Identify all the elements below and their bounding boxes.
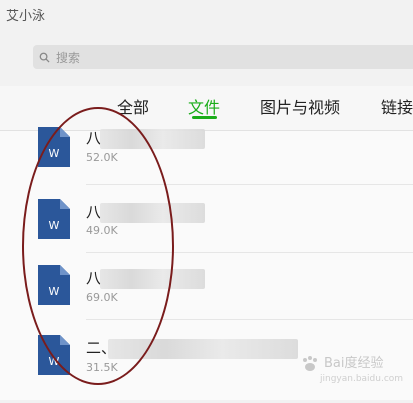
tab-media[interactable]: 图片与视频 [260, 94, 340, 118]
active-tab-indicator [192, 116, 217, 119]
tab-links[interactable]: 链接 [381, 94, 413, 118]
search-bar[interactable]: 搜索 [33, 45, 413, 69]
watermark: Bai度经验 jingyan.baidu.com [300, 352, 408, 396]
chat-title: 艾小泳 [6, 9, 46, 24]
search-placeholder: 搜索 [56, 50, 81, 65]
tab-files[interactable]: 文件 [188, 94, 220, 118]
watermark-brand: Bai度经验 [324, 356, 384, 371]
annotation-ellipse [22, 107, 174, 385]
search-icon [39, 48, 50, 67]
watermark-url: jingyan.baidu.com [320, 374, 404, 384]
paw-logo-icon [303, 356, 317, 371]
